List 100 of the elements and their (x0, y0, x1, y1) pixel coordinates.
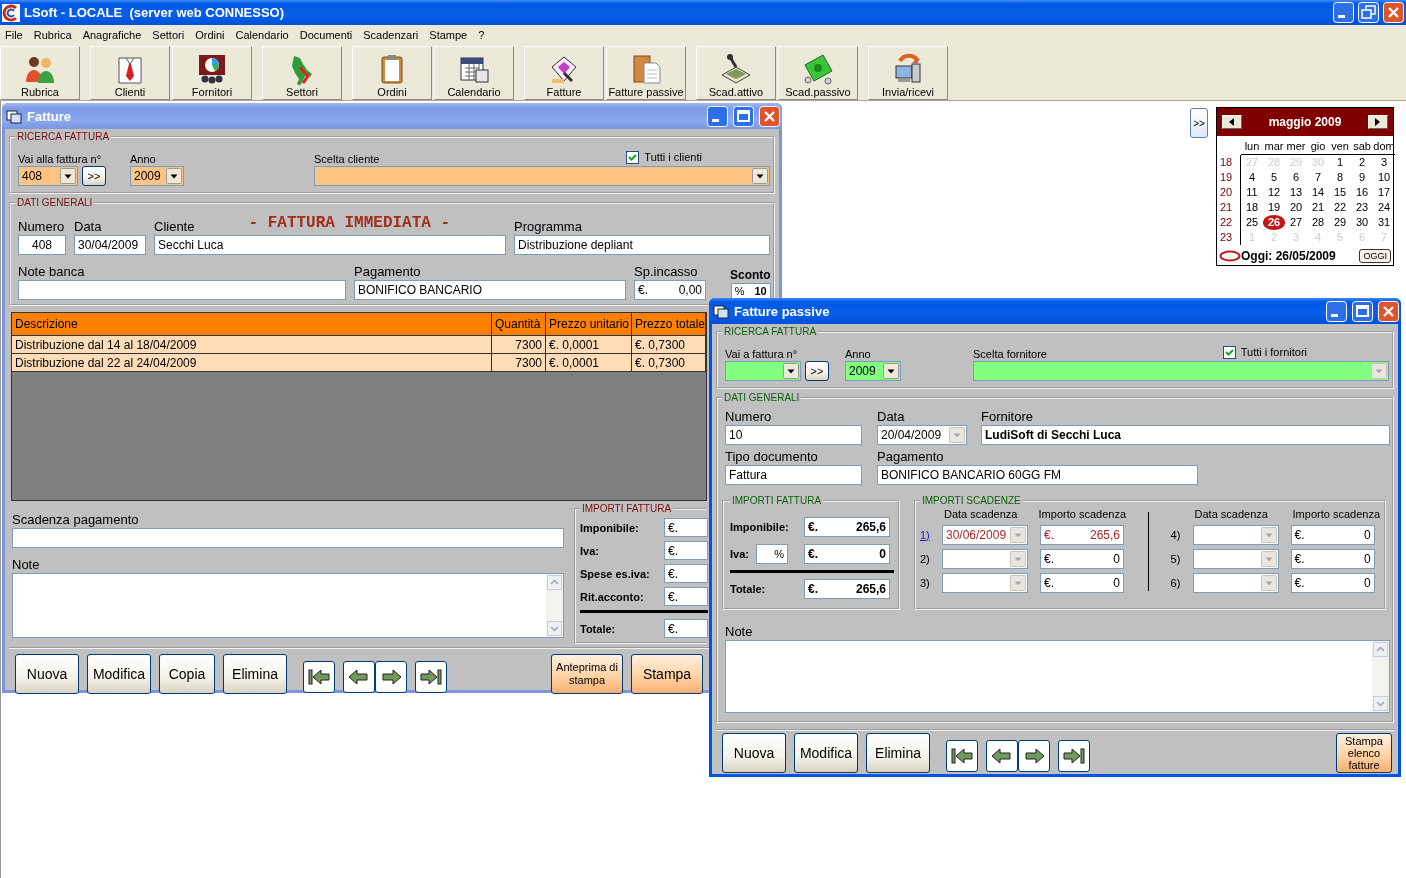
calendar-day[interactable]: 29 (1329, 215, 1351, 230)
percent-field[interactable]: % (756, 544, 788, 564)
maximize-button[interactable] (733, 105, 754, 127)
action-button[interactable]: Modifica (87, 654, 151, 694)
action-button[interactable]: Elimina (866, 732, 930, 773)
print-list-button[interactable]: Stampa elenco fatture (1336, 732, 1392, 773)
calendar-day[interactable]: 8 (1329, 170, 1351, 185)
checkbox[interactable] (1222, 346, 1236, 359)
amount-field[interactable]: €. 0,00 (634, 280, 706, 300)
dropdown[interactable]: 408 (18, 166, 78, 186)
row-link[interactable]: 1) (920, 528, 942, 542)
calendar-day[interactable]: 28 (1307, 215, 1329, 230)
previous-month-button[interactable] (1222, 115, 1242, 129)
calendar-day[interactable]: 27 (1285, 215, 1307, 230)
calendar-day[interactable]: 18 (1241, 200, 1263, 215)
calendar-day[interactable]: 16 (1351, 185, 1373, 200)
menu-item[interactable]: ? (478, 29, 485, 41)
amount-field[interactable]: €. 0 (1040, 549, 1124, 569)
menu-item[interactable]: Calendario (235, 29, 289, 41)
calendar-day[interactable]: 24 (1373, 200, 1395, 215)
notes-field[interactable] (725, 640, 1390, 713)
calendar-day[interactable]: 25 (1241, 215, 1263, 230)
calendar-day[interactable]: 6 (1285, 170, 1307, 185)
minimize-button[interactable] (1333, 2, 1354, 23)
calendar-day[interactable]: 30 (1351, 215, 1373, 230)
last-record-button[interactable] (415, 661, 447, 693)
menu-item[interactable]: Scadenzari (363, 29, 419, 41)
go-button[interactable]: >> (82, 166, 106, 186)
dropdown[interactable]: 30/06/2009 (942, 525, 1028, 545)
action-button[interactable]: Elimina (223, 654, 287, 694)
first-record-button[interactable] (303, 661, 335, 693)
calendar-day[interactable]: 15 (1329, 185, 1351, 200)
input-field[interactable]: BONIFICO BANCARIO (354, 280, 626, 300)
today-button[interactable]: OGGI (1359, 249, 1391, 263)
amount-field[interactable]: €. 0 (1040, 573, 1124, 593)
scrollbar[interactable] (546, 574, 563, 637)
toolbar-button[interactable]: Scad.attivo (696, 46, 776, 100)
amount-field[interactable]: €. 0 (804, 544, 890, 564)
input-field[interactable]: Secchi Luca (154, 235, 506, 255)
calendar-day[interactable]: 22 (1329, 200, 1351, 215)
input-field[interactable]: LudiSoft di Secchi Luca (981, 425, 1390, 445)
minimize-button[interactable] (707, 105, 728, 127)
close-button[interactable] (1383, 2, 1404, 23)
menu-item[interactable]: Stampe (429, 29, 468, 41)
action-button[interactable]: Nuova (15, 654, 79, 694)
calendar-day[interactable]: 17 (1373, 185, 1395, 200)
calendar-day[interactable]: 9 (1351, 170, 1373, 185)
amount-field[interactable]: €. (664, 541, 708, 560)
amount-field[interactable]: €. (664, 587, 708, 606)
calendar-day[interactable]: 7 (1307, 170, 1329, 185)
column-header[interactable]: Descrizione (12, 313, 492, 336)
menu-item[interactable]: Anagrafiche (82, 29, 142, 41)
menu-item[interactable]: Documenti (299, 29, 353, 41)
amount-field[interactable]: €. 0 (1290, 549, 1375, 569)
action-button[interactable]: Copia (159, 654, 215, 694)
calendar-day[interactable]: 3 (1373, 155, 1395, 170)
input-field[interactable]: 30/04/2009 (74, 235, 146, 255)
calendar-day[interactable]: 11 (1241, 185, 1263, 200)
input-field[interactable]: 10 (725, 425, 862, 445)
input-field[interactable]: Distribuzione depliant (514, 235, 770, 255)
toolbar-button[interactable]: Fatture (524, 46, 604, 100)
calendar-day[interactable]: 12 (1263, 185, 1285, 200)
calendar-day[interactable]: 4 (1241, 170, 1263, 185)
checkbox[interactable] (626, 151, 640, 164)
calendar-day[interactable]: 20 (1285, 200, 1307, 215)
first-record-button[interactable] (946, 739, 978, 772)
dropdown[interactable] (1192, 549, 1279, 569)
toolbar-button[interactable]: Invia/ricevi (868, 46, 948, 100)
calendar-day[interactable]: 19 (1263, 200, 1285, 215)
toolbar-button[interactable]: Fatture passive (606, 46, 686, 100)
toolbar-button[interactable]: Fornitori (172, 46, 252, 100)
column-header[interactable]: Prezzo totale (632, 313, 706, 336)
notes-field[interactable] (12, 573, 564, 638)
input-field[interactable]: Fattura (725, 465, 862, 485)
maximize-button[interactable] (1352, 300, 1373, 322)
dropdown[interactable]: 2009 (130, 166, 184, 186)
next-month-button[interactable] (1368, 115, 1388, 129)
calendar-day[interactable]: 1 (1329, 155, 1351, 170)
amount-field[interactable]: €. 0 (1290, 573, 1375, 593)
calendar-day[interactable]: 21 (1307, 200, 1329, 215)
calendar-day[interactable]: 23 (1351, 200, 1373, 215)
calendar-day[interactable]: 14 (1307, 185, 1329, 200)
dropdown[interactable] (1192, 525, 1279, 545)
calendar-day[interactable]: 13 (1285, 185, 1307, 200)
calendar-day[interactable]: 31 (1373, 215, 1395, 230)
menu-item[interactable]: Settori (152, 29, 185, 41)
next-record-button[interactable] (1018, 739, 1050, 772)
input-field[interactable] (18, 280, 346, 300)
print-button[interactable]: Stampa (631, 654, 703, 694)
input-field[interactable]: BONIFICO BANCARIO 60GG FM (877, 465, 1198, 485)
scrollbar[interactable] (1372, 641, 1389, 712)
calendar-day[interactable]: 26 (1263, 215, 1285, 230)
amount-field[interactable]: €. (664, 518, 708, 537)
close-button[interactable] (1378, 300, 1399, 322)
calendar-day[interactable]: 5 (1263, 170, 1285, 185)
calendar-day[interactable]: 2 (1351, 155, 1373, 170)
input-field[interactable] (12, 528, 564, 548)
column-header[interactable]: Prezzo unitario (546, 313, 632, 336)
column-header[interactable]: Quantità (492, 313, 546, 336)
action-button[interactable]: Nuova (722, 732, 786, 773)
